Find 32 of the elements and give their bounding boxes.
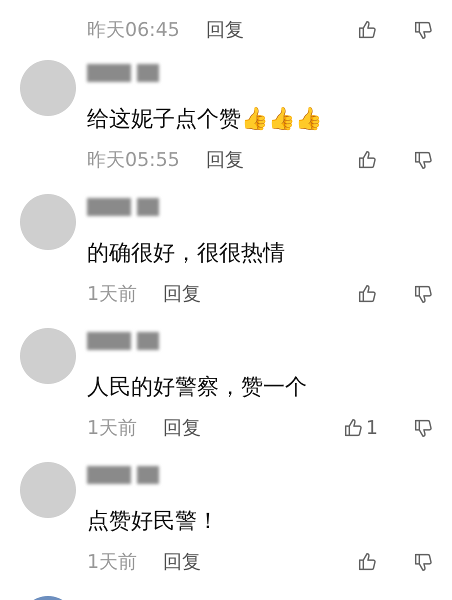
blurred-username [137, 64, 159, 82]
dislike-button[interactable] [412, 417, 434, 439]
reply-link[interactable]: 回复 [163, 415, 202, 441]
dislike-button[interactable] [412, 551, 434, 573]
like-button[interactable] [356, 19, 378, 41]
like-button[interactable] [356, 149, 378, 171]
dislike-button[interactable] [412, 19, 434, 41]
comment-time: 1天前 [87, 282, 138, 307]
comment-text: 的确很好，很很热情 [87, 240, 286, 268]
blurred-username [137, 466, 159, 484]
reply-link[interactable]: 回复 [163, 549, 202, 575]
blurred-username [137, 198, 159, 216]
comment-text: 人民的好警察，赞一个 [87, 374, 308, 402]
blurred-username [87, 64, 131, 82]
comment-time: 昨天06:45 [87, 18, 180, 43]
like-button[interactable] [356, 283, 378, 305]
reply-link[interactable]: 回复 [163, 281, 202, 307]
comment-text: 点赞好民警！ [87, 508, 220, 536]
blurred-username [137, 332, 159, 350]
blurred-username [87, 198, 131, 216]
comment-time: 1天前 [87, 550, 138, 575]
comment-time: 1天前 [87, 416, 138, 441]
like-button[interactable] [356, 551, 378, 573]
reply-link[interactable]: 回复 [206, 147, 244, 173]
dislike-button[interactable] [412, 149, 434, 171]
comment-time: 昨天05:55 [87, 148, 180, 173]
blurred-username [87, 466, 131, 484]
comment-text: 给这妮子点个赞👍👍👍 [87, 106, 323, 134]
blurred-username [87, 332, 131, 350]
dislike-button[interactable] [412, 283, 434, 305]
like-button[interactable]: 1 [342, 417, 378, 439]
reply-link[interactable]: 回复 [206, 17, 244, 43]
